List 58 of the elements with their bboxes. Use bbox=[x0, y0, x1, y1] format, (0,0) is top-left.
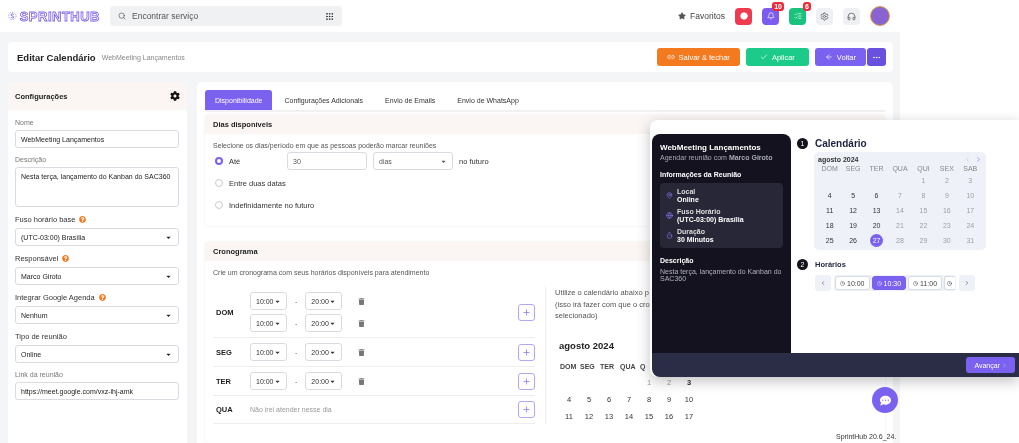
settings-icon bbox=[820, 11, 829, 21]
support-button[interactable] bbox=[843, 7, 860, 25]
timer-icon bbox=[666, 232, 673, 239]
chevron-right-icon bbox=[964, 280, 971, 286]
favorites-button[interactable]: Favoritos bbox=[678, 11, 725, 21]
search-field[interactable]: Encontrar serviço bbox=[110, 6, 342, 26]
tasks-button[interactable] bbox=[789, 7, 806, 25]
clock-icon bbox=[876, 280, 882, 286]
search-icon bbox=[118, 12, 126, 20]
trash-icon[interactable] bbox=[358, 377, 366, 385]
globe-icon bbox=[666, 212, 673, 219]
chat-icon bbox=[879, 394, 891, 406]
apps-grid-icon bbox=[325, 11, 334, 21]
more-button[interactable] bbox=[867, 48, 886, 66]
add-slot-button[interactable] bbox=[518, 303, 535, 321]
clock-icon bbox=[947, 280, 953, 286]
arrow-left-icon bbox=[824, 53, 833, 61]
month-title: agosto 2024 bbox=[559, 339, 614, 351]
link-icon bbox=[666, 53, 675, 61]
star-icon bbox=[678, 12, 687, 20]
pin-icon bbox=[666, 192, 673, 199]
settings-button[interactable] bbox=[816, 7, 833, 25]
trash-icon[interactable] bbox=[358, 297, 366, 305]
add-slot-button[interactable] bbox=[518, 372, 535, 390]
chevron-right-icon bbox=[1002, 362, 1007, 368]
radio-button[interactable] bbox=[215, 157, 223, 165]
radio-button[interactable] bbox=[215, 179, 223, 187]
help-icon bbox=[62, 255, 70, 262]
record-button[interactable] bbox=[735, 7, 752, 25]
trash-icon[interactable] bbox=[358, 319, 366, 327]
logo-icon bbox=[8, 9, 17, 23]
step-title: Calendário bbox=[815, 138, 867, 149]
add-slot-button[interactable] bbox=[518, 343, 535, 361]
help-icon bbox=[98, 294, 106, 301]
list-icon bbox=[793, 12, 802, 20]
logo-text: SPRINTHUB bbox=[19, 8, 100, 24]
add-slot-button[interactable] bbox=[518, 401, 535, 418]
user-avatar[interactable] bbox=[870, 6, 890, 26]
bell-icon bbox=[766, 12, 775, 20]
help-icon bbox=[79, 216, 87, 223]
page-title: Editar Calendário bbox=[17, 51, 96, 63]
settings-icon[interactable] bbox=[170, 91, 180, 101]
clock-icon bbox=[840, 280, 845, 286]
plus-icon bbox=[522, 405, 531, 414]
radio-button[interactable] bbox=[215, 201, 223, 209]
headset-icon bbox=[847, 11, 856, 21]
plus-icon bbox=[522, 307, 531, 317]
next-month-button[interactable] bbox=[975, 156, 982, 163]
clock-icon bbox=[913, 280, 919, 286]
time-slot[interactable] bbox=[944, 276, 956, 290]
chevron-left-icon bbox=[820, 280, 826, 286]
plus-icon bbox=[522, 376, 531, 386]
notifications-button[interactable] bbox=[762, 7, 779, 25]
check-icon bbox=[759, 53, 768, 61]
record-icon bbox=[739, 12, 748, 20]
meeting-title: WebMeeting Lançamentos bbox=[660, 143, 761, 152]
trash-icon[interactable] bbox=[358, 348, 366, 356]
plus-icon bbox=[522, 347, 531, 357]
